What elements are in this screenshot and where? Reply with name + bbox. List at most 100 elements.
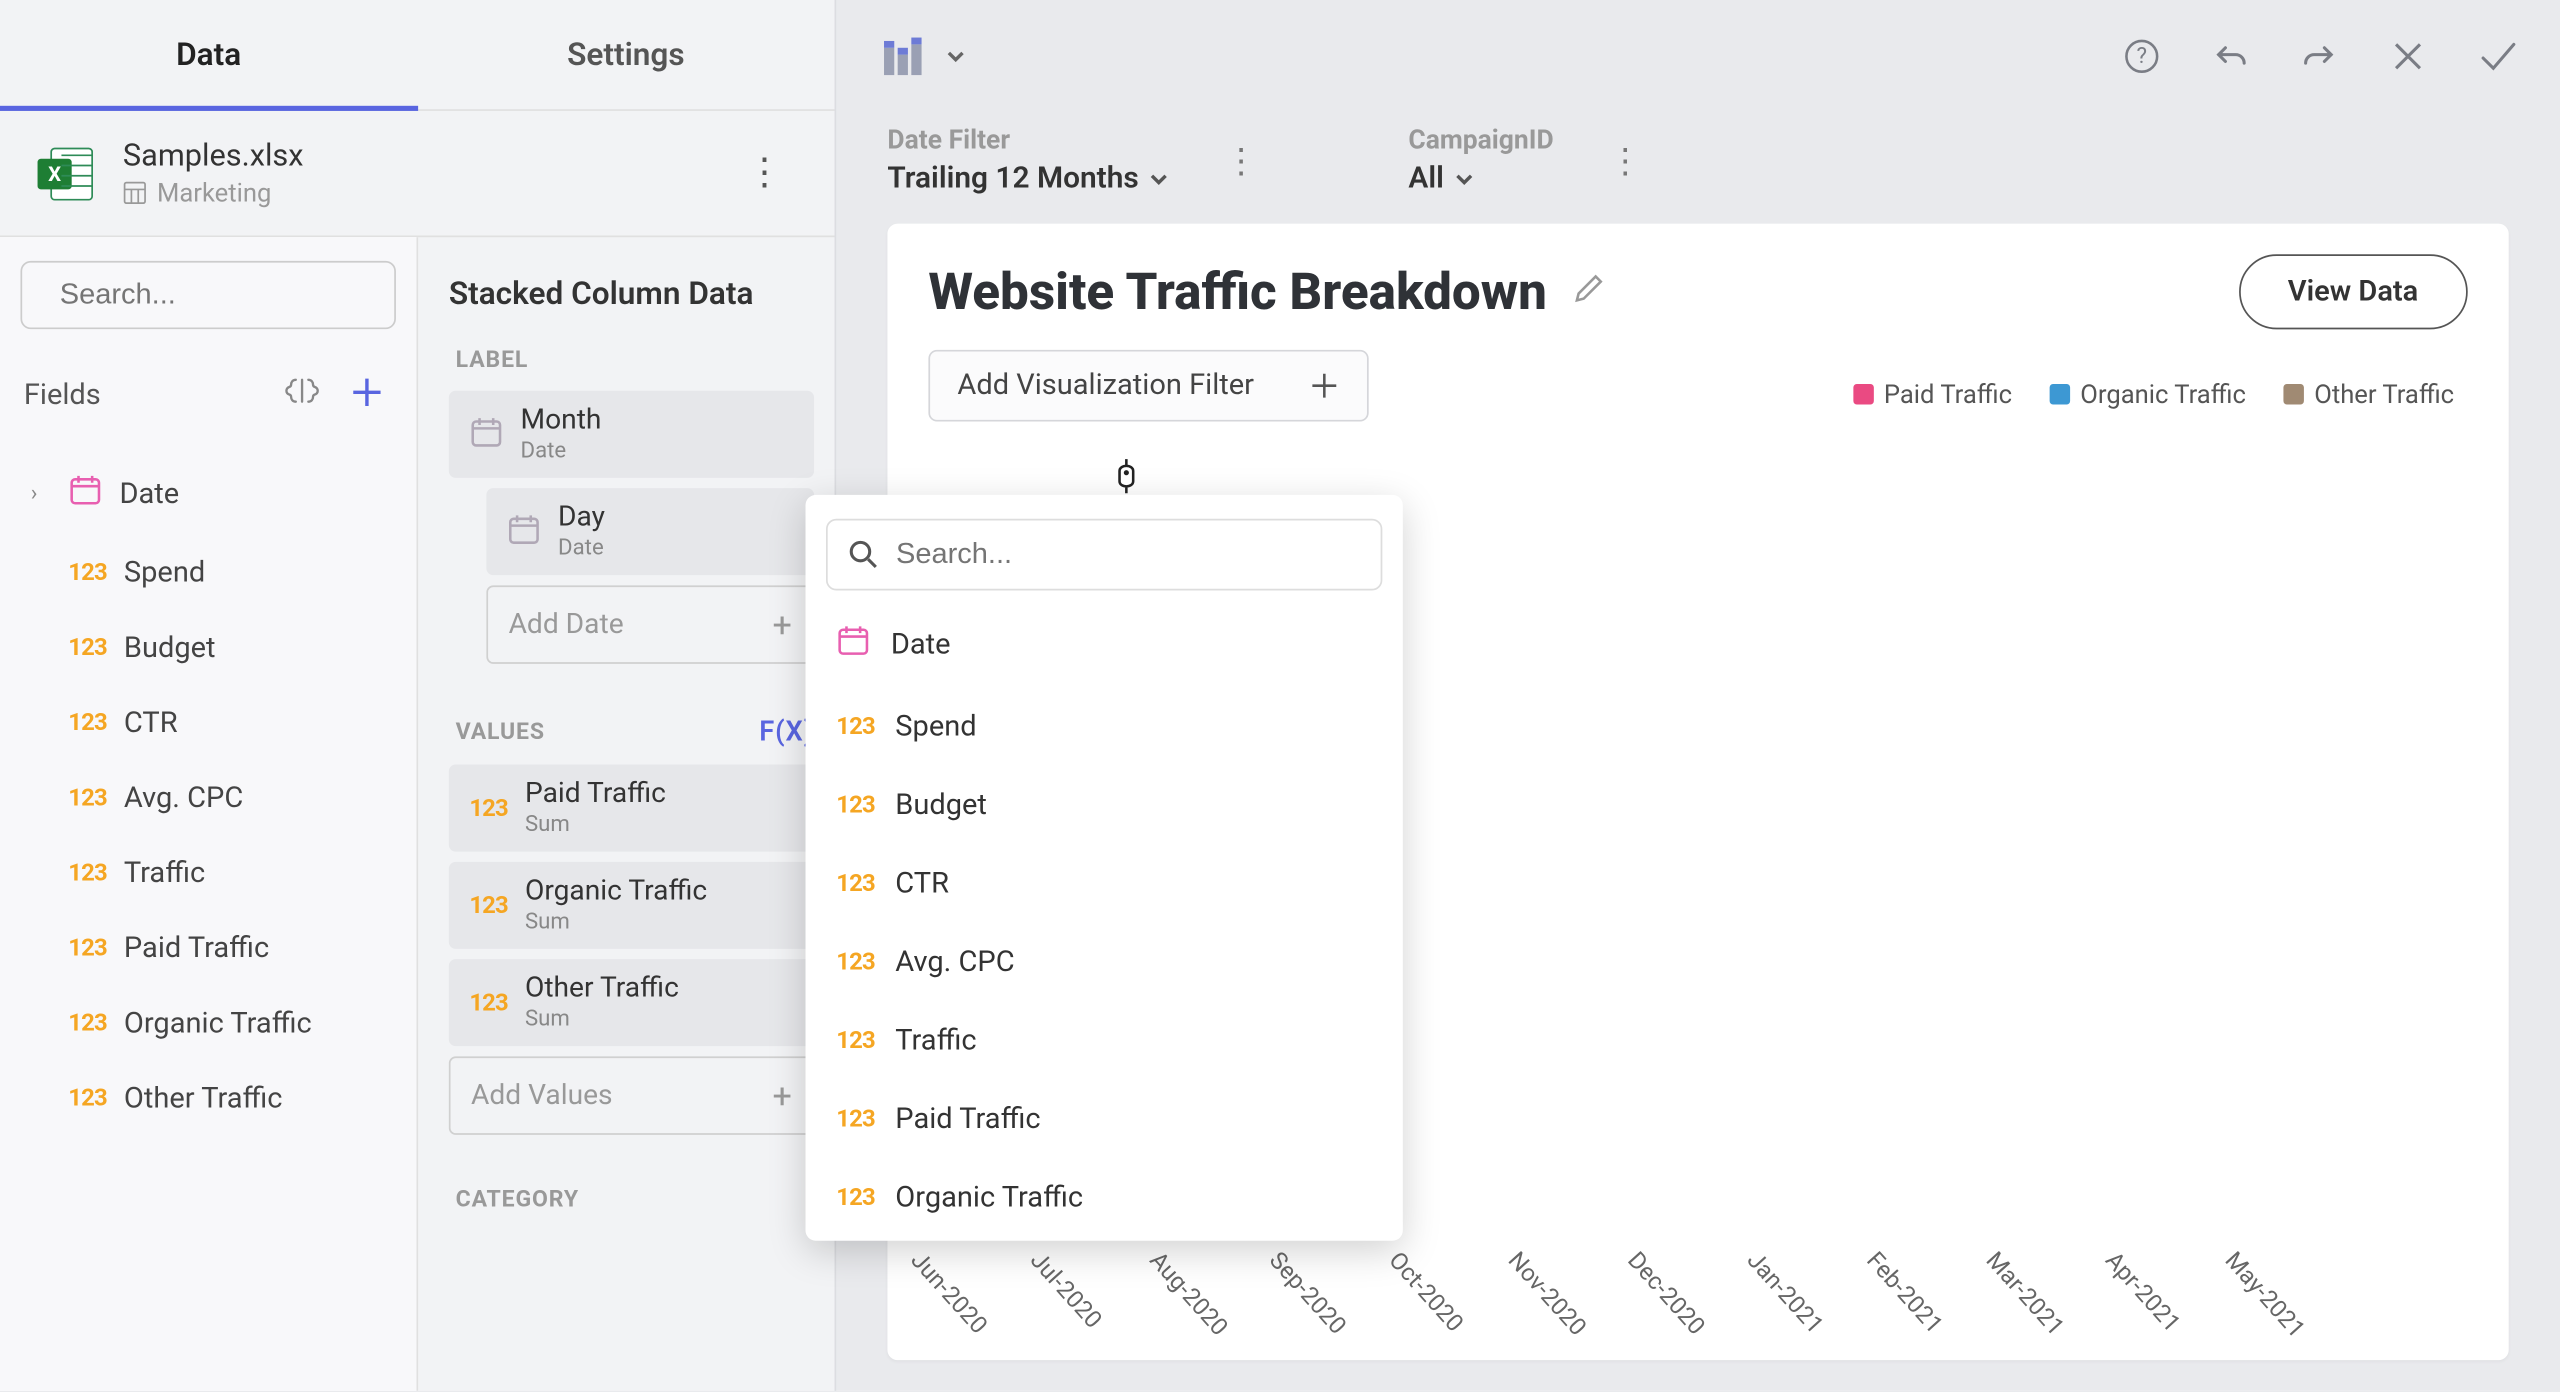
pill-sub: Sum xyxy=(525,1007,679,1033)
add-values-row[interactable]: Add Values+ xyxy=(449,1056,814,1135)
label-section-title: LABEL xyxy=(456,346,814,373)
fields-search-input[interactable] xyxy=(60,278,418,312)
field-item[interactable]: 123 Avg. CPC xyxy=(14,761,403,836)
number-type-icon: 123 xyxy=(469,989,508,1016)
edit-title-button[interactable] xyxy=(1571,270,1609,314)
view-data-button[interactable]: View Data xyxy=(2238,254,2467,329)
field-item[interactable]: 123Traffic xyxy=(14,836,403,911)
legend-swatch xyxy=(1853,384,1873,404)
field-picker-popup: Date123Spend123Budget123CTR123Avg. CPC12… xyxy=(806,495,1403,1241)
popup-field-item[interactable]: 123CTR xyxy=(806,845,1403,924)
chevron-down-icon xyxy=(1454,169,1474,189)
x-axis-label: Jun-2020 xyxy=(855,1230,999,1375)
pill-main: Other Traffic xyxy=(525,973,679,1005)
pill-sub: Date xyxy=(521,439,602,465)
number-type-icon: 123 xyxy=(836,1184,875,1211)
field-item[interactable]: 123CTR xyxy=(14,686,403,761)
legend-label: Paid Traffic xyxy=(1884,379,2012,410)
number-type-icon: 123 xyxy=(836,1027,875,1054)
legend-label: Organic Traffic xyxy=(2080,379,2246,410)
help-button[interactable]: ? xyxy=(2116,30,2167,81)
legend-item: Paid Traffic xyxy=(1853,379,2012,410)
svg-text:X: X xyxy=(48,161,61,185)
number-type-icon: 123 xyxy=(469,794,508,821)
value-pill[interactable]: 123Organic TrafficSum xyxy=(449,862,814,949)
popup-item-label: Budget xyxy=(895,788,987,822)
field-label: Avg. CPC xyxy=(124,782,243,816)
popup-search[interactable] xyxy=(826,519,1382,591)
popup-search-input[interactable] xyxy=(896,538,1360,572)
field-item[interactable]: 123 Organic Traffic xyxy=(14,986,403,1061)
number-type-icon: 123 xyxy=(68,710,107,737)
values-section-title: VALUES xyxy=(456,718,545,745)
add-field-button[interactable] xyxy=(341,367,392,425)
campaign-filter-more[interactable]: ⋮ xyxy=(1598,126,1653,194)
label-pill[interactable]: MonthDate xyxy=(449,391,814,478)
number-type-icon: 123 xyxy=(68,860,107,887)
x-axis-label: Aug-2020 xyxy=(1094,1230,1238,1375)
add-date-row[interactable]: Add Date+ xyxy=(486,585,814,664)
confirm-button[interactable] xyxy=(2471,30,2526,81)
fields-search[interactable] xyxy=(20,261,395,329)
number-type-icon: 123 xyxy=(68,1085,107,1112)
config-title: Stacked Column Data xyxy=(449,275,814,313)
number-type-icon: 123 xyxy=(68,635,107,662)
chevron-right-icon: › xyxy=(31,481,51,507)
field-label: Paid Traffic xyxy=(124,932,269,966)
x-axis-label: Dec-2020 xyxy=(1572,1230,1716,1375)
calendar-icon xyxy=(68,473,102,516)
popup-field-item[interactable]: Date xyxy=(806,601,1403,688)
pill-sub: Date xyxy=(558,536,605,562)
popup-item-label: CTR xyxy=(895,867,949,901)
popup-field-item[interactable]: 123Paid Traffic xyxy=(806,1080,1403,1159)
popup-item-label: Organic Traffic xyxy=(895,1181,1083,1215)
svg-text:?: ? xyxy=(2137,42,2147,68)
tab-settings[interactable]: Settings xyxy=(417,0,834,109)
fields-column: Fields ›Date123Spend123Budget123CTR123Av… xyxy=(0,237,418,1391)
x-axis-label: Apr-2021 xyxy=(2049,1230,2193,1375)
x-axis-label: Mar-2021 xyxy=(1930,1230,2074,1375)
legend-swatch xyxy=(2283,384,2303,404)
popup-field-item[interactable]: 123 Budget xyxy=(806,766,1403,845)
field-item[interactable]: 123Budget xyxy=(14,611,403,686)
brain-icon[interactable] xyxy=(276,367,327,425)
number-type-icon: 123 xyxy=(68,1010,107,1037)
label-pill[interactable]: DayDate xyxy=(486,488,814,575)
field-label: Other Traffic xyxy=(124,1082,283,1116)
field-item[interactable]: ›Date xyxy=(14,452,403,536)
campaign-filter-value[interactable]: All xyxy=(1408,162,1553,196)
date-filter-more[interactable]: ⋮ xyxy=(1214,126,1269,194)
field-label: Organic Traffic xyxy=(124,1007,312,1041)
config-column: Stacked Column Data LABEL MonthDate DayDa… xyxy=(418,237,834,1391)
popup-item-label: Paid Traffic xyxy=(895,1102,1040,1136)
number-type-icon: 123 xyxy=(836,792,875,819)
close-button[interactable] xyxy=(2382,30,2433,81)
popup-field-item[interactable]: 123 Organic Traffic xyxy=(806,1159,1403,1238)
popup-field-item[interactable]: 123Avg. CPC xyxy=(806,923,1403,1002)
redo-button[interactable] xyxy=(2294,30,2345,81)
pill-sub: Sum xyxy=(525,812,666,838)
date-filter-value[interactable]: Trailing 12 Months xyxy=(887,162,1169,196)
pill-sub: Sum xyxy=(525,910,707,936)
x-axis-label: Sep-2020 xyxy=(1213,1230,1357,1375)
field-item[interactable]: 123 Other Traffic xyxy=(14,1062,403,1137)
number-type-icon: 123 xyxy=(68,560,107,587)
tab-data[interactable]: Data xyxy=(0,0,417,109)
field-item[interactable]: 123Spend xyxy=(14,536,403,611)
number-type-icon: 123 xyxy=(836,713,875,740)
source-more-button[interactable]: ⋮ xyxy=(729,142,801,205)
popup-field-item[interactable]: 123Spend xyxy=(806,688,1403,767)
undo-button[interactable] xyxy=(2205,30,2256,81)
value-pill[interactable]: 123 Other TrafficSum xyxy=(449,959,814,1046)
number-type-icon: 123 xyxy=(68,935,107,962)
field-item[interactable]: 123 Paid Traffic xyxy=(14,911,403,986)
value-pill[interactable]: 123Paid TrafficSum xyxy=(449,765,814,852)
add-viz-filter-button[interactable]: Add Visualization Filter xyxy=(928,350,1368,422)
popup-field-item[interactable]: 123Traffic xyxy=(806,1002,1403,1081)
number-type-icon: 123 xyxy=(68,785,107,812)
chevron-down-icon xyxy=(1149,169,1169,189)
plus-icon xyxy=(1309,370,1340,401)
campaign-filter-label: CampaignID xyxy=(1408,125,1553,156)
chart-type-button[interactable] xyxy=(870,23,976,88)
x-axis-label: Feb-2021 xyxy=(1811,1230,1955,1375)
